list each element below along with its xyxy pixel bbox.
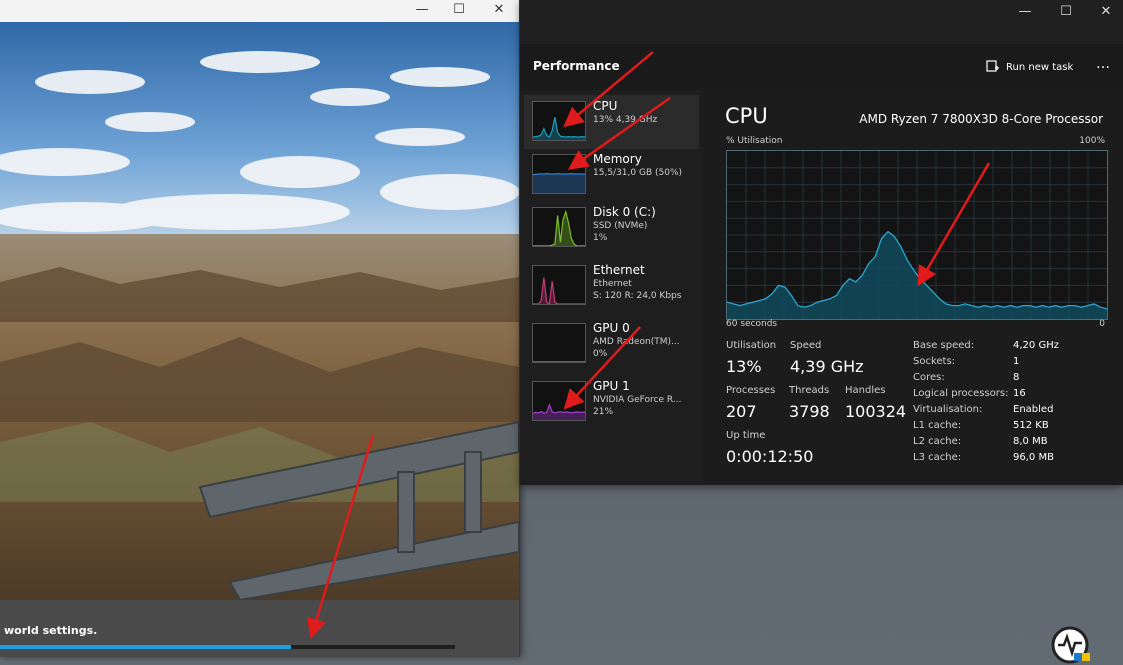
close-button[interactable]: ✕ xyxy=(489,2,509,18)
minimize-button[interactable]: — xyxy=(412,2,432,18)
loading-progress-fill xyxy=(0,645,292,649)
sidebar-item-label: Memory xyxy=(593,152,642,166)
sidebar-item-sub: SSD (NVMe) xyxy=(593,221,648,231)
utilisation-label: Utilisation xyxy=(726,340,777,351)
l1-cache-value: 512 KB xyxy=(1013,420,1049,431)
sockets-value: 1 xyxy=(1013,356,1020,367)
threads-label: Threads xyxy=(789,385,830,396)
game-window: — ☐ ✕ world settings. xyxy=(0,0,520,657)
watermark-logo-icon xyxy=(1051,626,1090,664)
utilisation-axis-label: % Utilisation xyxy=(726,136,783,146)
handles-value: 100324 xyxy=(845,402,907,421)
uptime-label: Up time xyxy=(726,430,766,441)
sidebar-item-label: Disk 0 (C:) xyxy=(593,205,656,219)
sidebar-item-sub: 0% xyxy=(593,349,608,359)
performance-sidebar: CPU 13% 4,39 GHz Memory 15,5/31,0 GB (50… xyxy=(520,90,703,485)
processes-label: Processes xyxy=(726,385,776,396)
time-axis-end: 0 xyxy=(1099,319,1105,329)
speed-value: 4,39 GHz xyxy=(790,357,864,376)
time-axis-label: 60 seconds xyxy=(726,319,778,329)
virtualisation-value: Enabled xyxy=(1013,404,1054,415)
maximize-button[interactable]: ☐ xyxy=(1056,4,1076,20)
sidebar-item-label: GPU 0 xyxy=(593,321,630,335)
sidebar-item-sub: 21% xyxy=(593,407,614,417)
task-manager-window: — ☐ ✕ Performance Run new task … CPU 13%… xyxy=(520,0,1123,485)
sidebar-item-sub: NVIDIA GeForce R... xyxy=(593,395,682,405)
sidebar-item-cpu[interactable]: CPU 13% 4,39 GHz xyxy=(524,95,699,149)
maximize-button[interactable]: ☐ xyxy=(449,2,469,18)
sidebar-item-sub: AMD Radeon(TM)... xyxy=(593,337,680,347)
cores-label: Cores: xyxy=(913,372,945,383)
sidebar-item-sub: 13% 4,39 GHz xyxy=(593,115,658,125)
run-task-icon xyxy=(986,60,999,72)
sidebar-item-sub: 15,5/31,0 GB (50%) xyxy=(593,168,683,178)
page-title: Performance xyxy=(533,59,620,73)
cpu-thumbnail-graph xyxy=(532,101,586,141)
utilisation-axis-max: 100% xyxy=(1079,136,1105,146)
cpu-model-name: AMD Ryzen 7 7800X3D 8-Core Processor xyxy=(859,112,1103,126)
loading-status-text: world settings. xyxy=(4,624,98,637)
game-scene-image xyxy=(0,22,519,600)
processes-value: 207 xyxy=(726,402,757,421)
sockets-label: Sockets: xyxy=(913,356,956,367)
threads-value: 3798 xyxy=(789,402,830,421)
loading-progress-track xyxy=(0,645,455,649)
game-loading-bar-area: world settings. xyxy=(0,600,519,657)
sidebar-item-label: CPU xyxy=(593,99,618,113)
thumbnail-line xyxy=(533,277,585,304)
disk-thumbnail-graph xyxy=(532,207,586,247)
speed-label: Speed xyxy=(790,340,822,351)
sidebar-item-sub: Ethernet xyxy=(593,279,632,289)
gpu0-thumbnail-graph xyxy=(532,323,586,363)
cores-value: 8 xyxy=(1013,372,1020,383)
virtualisation-label: Virtualisation: xyxy=(913,404,983,415)
cpu-utilisation-graph xyxy=(726,150,1108,320)
logical-processors-value: 16 xyxy=(1013,388,1026,399)
more-options-icon[interactable]: … xyxy=(1096,56,1111,72)
game-title-bar[interactable]: — ☐ ✕ xyxy=(0,0,519,22)
thumbnail-line xyxy=(533,403,585,414)
l2-cache-value: 8,0 MB xyxy=(1013,436,1048,447)
base-speed-label: Base speed: xyxy=(913,340,975,351)
base-speed-value: 4,20 GHz xyxy=(1013,340,1059,351)
sidebar-item-sub: S: 120 R: 24,0 Kbps xyxy=(593,291,682,301)
sidebar-item-ethernet[interactable]: Ethernet Ethernet S: 120 R: 24,0 Kbps xyxy=(524,259,699,313)
sidebar-item-sub: 1% xyxy=(593,233,608,243)
task-manager-title-bar[interactable]: — ☐ ✕ xyxy=(520,0,1123,44)
run-new-task-label: Run new task xyxy=(1006,61,1074,73)
l3-cache-value: 96,0 MB xyxy=(1013,452,1054,463)
sidebar-item-disk[interactable]: Disk 0 (C:) SSD (NVMe) 1% xyxy=(524,201,699,255)
thumbnail-line xyxy=(533,117,585,138)
l3-cache-label: L3 cache: xyxy=(913,452,962,463)
run-new-task-button[interactable]: Run new task xyxy=(986,58,1073,76)
gpu1-thumbnail-graph xyxy=(532,381,586,421)
memory-thumbnail-graph xyxy=(532,154,586,194)
sidebar-item-gpu0[interactable]: GPU 0 AMD Radeon(TM)... 0% xyxy=(524,317,699,371)
ethernet-thumbnail-graph xyxy=(532,265,586,305)
uptime-value: 0:00:12:50 xyxy=(726,447,814,466)
sidebar-item-gpu1[interactable]: GPU 1 NVIDIA GeForce R... 21% xyxy=(524,375,699,429)
minimize-button[interactable]: — xyxy=(1015,4,1035,20)
thumbnail-area xyxy=(533,173,585,193)
sidebar-item-memory[interactable]: Memory 15,5/31,0 GB (50%) xyxy=(524,148,699,202)
close-button[interactable]: ✕ xyxy=(1096,4,1116,20)
logical-processors-label: Logical processors: xyxy=(913,388,1009,399)
sidebar-item-label: Ethernet xyxy=(593,263,645,277)
utilisation-value: 13% xyxy=(726,357,762,376)
cpu-detail-panel: CPU AMD Ryzen 7 7800X3D 8-Core Processor… xyxy=(703,90,1123,485)
l2-cache-label: L2 cache: xyxy=(913,436,962,447)
handles-label: Handles xyxy=(845,385,886,396)
sidebar-item-label: GPU 1 xyxy=(593,379,630,393)
detail-title: CPU xyxy=(725,104,768,128)
l1-cache-label: L1 cache: xyxy=(913,420,962,431)
